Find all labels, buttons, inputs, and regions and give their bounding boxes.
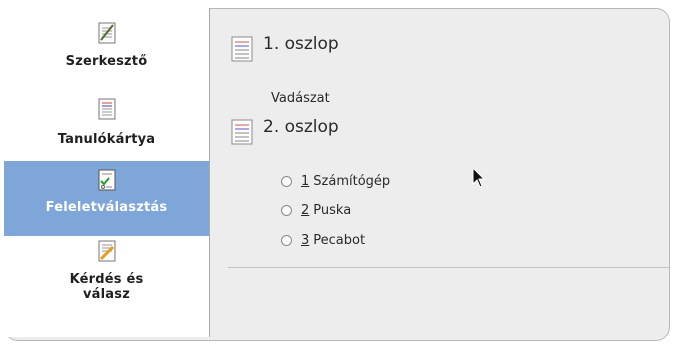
radio-button[interactable]: [281, 235, 292, 246]
option-label: Számítógép: [313, 174, 391, 189]
option-number: 3: [301, 233, 310, 248]
mouse-cursor-icon: [472, 167, 486, 188]
sidebar-item-label: Tanulókártya: [57, 132, 156, 147]
sidebar-item-label-line1: Kérdés és: [69, 272, 144, 287]
document-icon: [231, 36, 253, 62]
mode-sidebar: Szerkesztő Tanulókártya Feleletválasztás: [4, 8, 210, 337]
column1-title: 1. oszlop: [263, 34, 339, 54]
sidebar-item-question-answer[interactable]: Kérdés és válasz: [4, 240, 209, 320]
sidebar-item-multiple-choice[interactable]: Feleletválasztás: [4, 161, 209, 236]
option-number: 2: [301, 203, 310, 218]
option-label: Puska: [313, 203, 352, 218]
column2-header: 2. oszlop: [231, 117, 339, 145]
sidebar-item-editor[interactable]: Szerkesztő: [4, 22, 209, 88]
main-panel: 1. oszlop Vadászat 2. oszlop 1 Számítógé…: [209, 8, 669, 341]
option-label: Pecabot: [313, 233, 366, 248]
radio-button[interactable]: [281, 205, 292, 216]
option-number: 1: [301, 174, 310, 189]
column2-title: 2. oszlop: [263, 117, 339, 137]
choice-option[interactable]: 1 Számítógép: [281, 174, 390, 189]
sidebar-item-label: Szerkesztő: [65, 54, 148, 69]
column1-answer: Vadászat: [271, 91, 330, 106]
radio-button[interactable]: [281, 176, 292, 187]
sidebar-item-flashcard[interactable]: Tanulókártya: [4, 98, 209, 160]
flashcard-icon: [98, 98, 115, 120]
edit-icon: [98, 22, 115, 44]
column1-header: 1. oszlop: [231, 34, 339, 62]
choice-option[interactable]: 3 Pecabot: [281, 233, 365, 248]
multiple-choice-icon: [98, 169, 115, 191]
document-icon: [231, 119, 253, 145]
sidebar-item-label: Feleletválasztás: [45, 200, 168, 215]
choice-option[interactable]: 2 Puska: [281, 203, 351, 218]
sidebar-item-label-line2: válasz: [83, 287, 130, 302]
separator: [228, 267, 669, 268]
question-answer-icon: [98, 240, 115, 262]
